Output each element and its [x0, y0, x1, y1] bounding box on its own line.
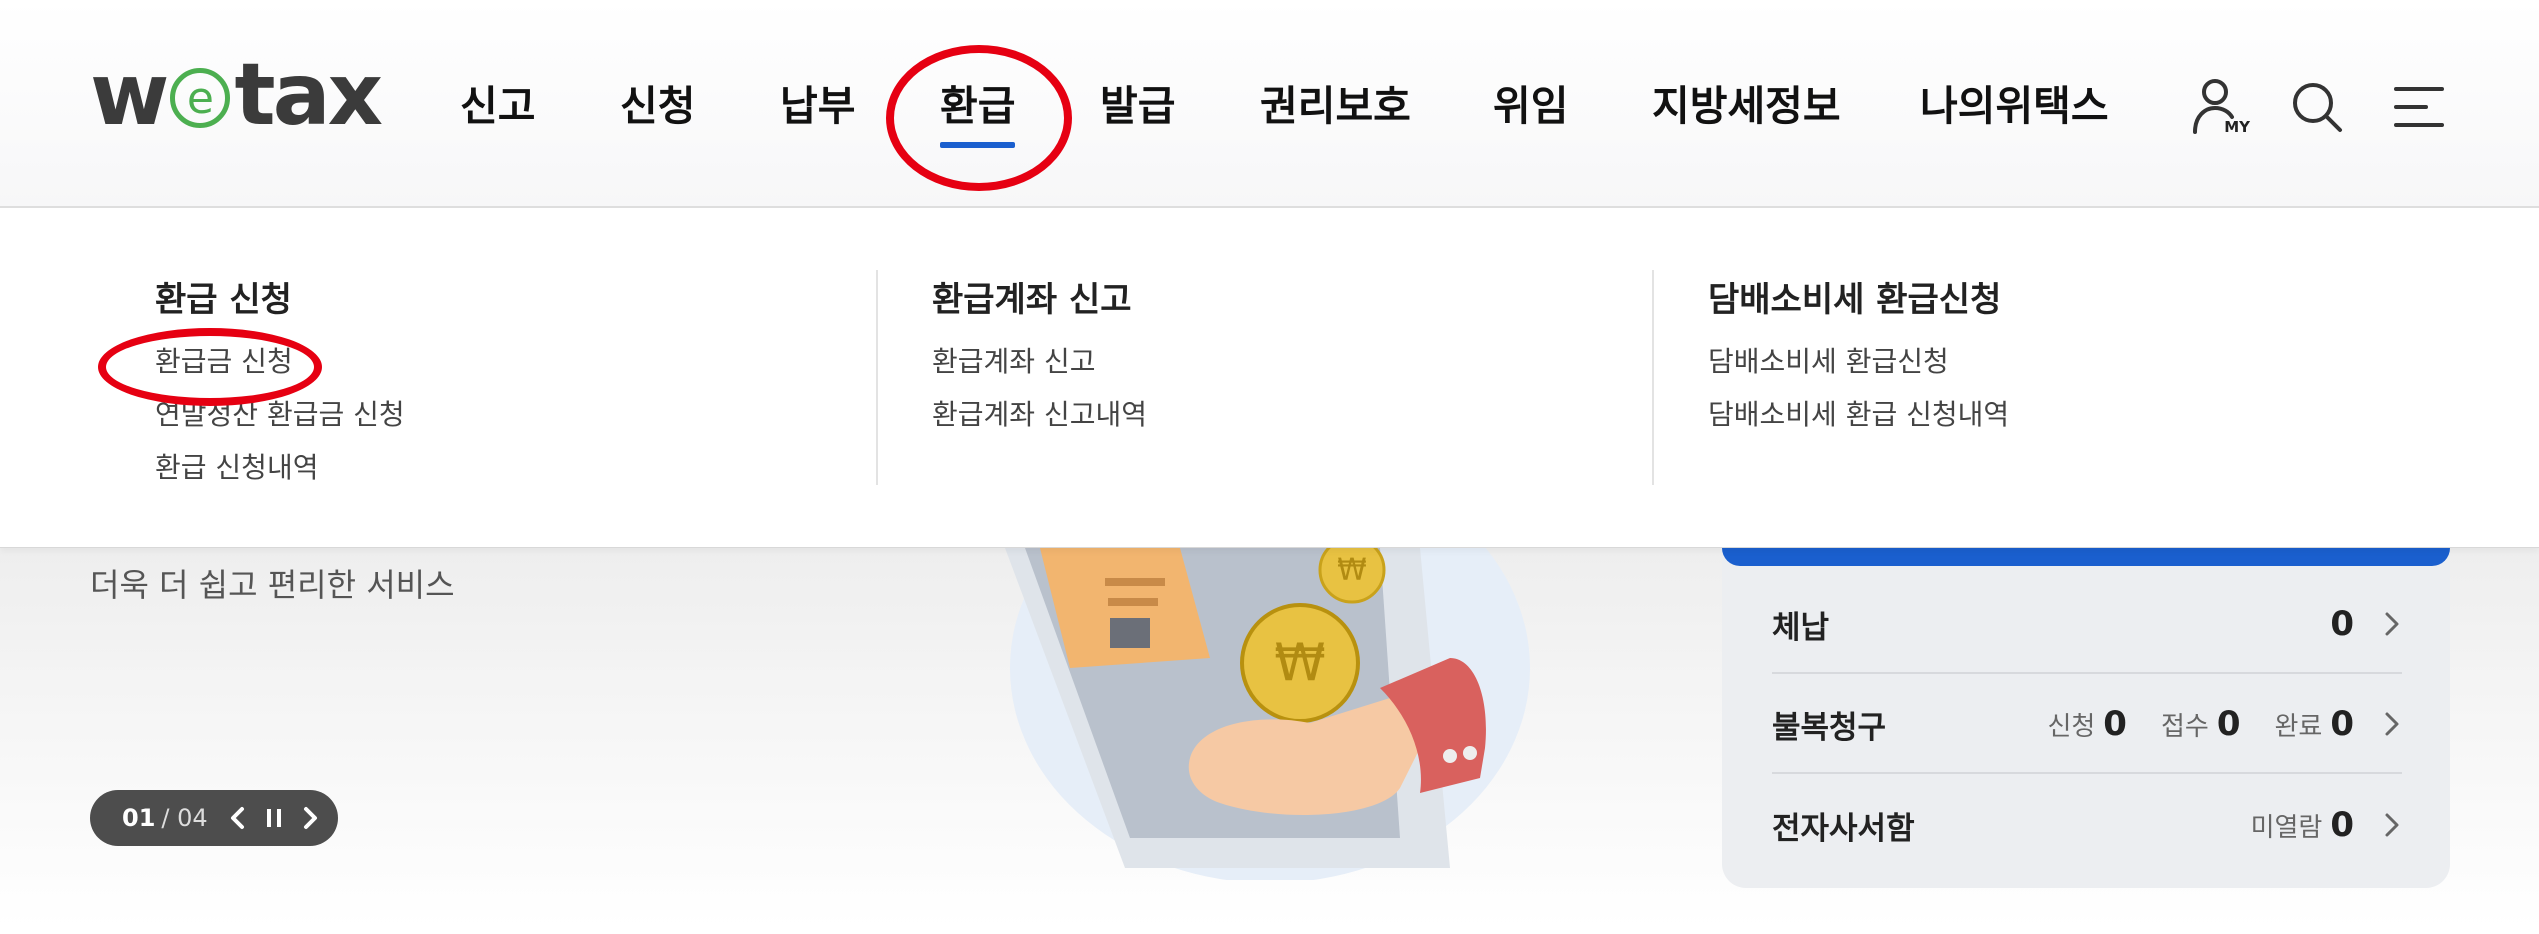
tax-status-panel: 체납 0 불복청구 신청 0 접수 0 완료 0 전자사서함 미열람 0	[1722, 548, 2450, 888]
count-value: 0	[2330, 604, 2354, 644]
menu-column-tobacco-refund: 담배소비세 환급신청 담배소비세 환급신청 담배소비세 환급 신청내역	[1708, 272, 2009, 453]
slider-current: 01	[122, 804, 156, 832]
site-header: w e tax 신고 신청 납부 환급 발급 권리보호 위임 지방세정보 나의위…	[0, 0, 2539, 208]
chevron-right-icon	[2385, 612, 2399, 636]
status-count: 0	[2330, 604, 2354, 644]
menu-column-refund-account: 환급계좌 신고 환급계좌 신고 환급계좌 신고내역	[932, 272, 1147, 453]
svg-text:₩: ₩	[1274, 633, 1325, 693]
hero-subtitle: 더욱 더 쉽고 편리한 서비스	[90, 566, 455, 604]
status-row-arrears[interactable]: 체납 0	[1772, 576, 2402, 674]
slider-prev-icon[interactable]	[228, 806, 246, 830]
my-page-icon[interactable]: MY	[2184, 72, 2254, 142]
svg-text:₩: ₩	[1337, 553, 1367, 588]
refund-illustration: ₩ ₩	[1005, 548, 1530, 880]
status-row-e-mailbox[interactable]: 전자사서함 미열람 0	[1772, 776, 2402, 874]
pair-key: 완료	[2274, 712, 2323, 742]
nav-item-issuance[interactable]: 발급	[1100, 72, 1175, 132]
annotation-circle-refund-nav	[886, 45, 1072, 191]
column-divider	[1652, 270, 1654, 485]
menu-icon[interactable]	[2384, 72, 2454, 142]
chevron-right-icon	[2385, 813, 2399, 837]
nav-item-local-tax-info[interactable]: 지방세정보	[1652, 72, 1841, 132]
slider-next-icon[interactable]	[302, 806, 320, 830]
wetax-logo[interactable]: w e tax	[90, 45, 383, 145]
slider-total: / 04	[161, 804, 208, 832]
nav-item-apply[interactable]: 신청	[620, 72, 695, 132]
pair-value: 0	[2330, 704, 2354, 744]
panel-header-bar	[1722, 548, 2450, 566]
slider-controls: 01 / 04	[90, 790, 338, 846]
nav-item-report[interactable]: 신고	[460, 72, 535, 132]
status-pair-apply: 신청 0	[2047, 704, 2127, 744]
my-label: MY	[2224, 118, 2250, 136]
logo-text-tax: tax	[234, 45, 383, 145]
nav-item-delegation[interactable]: 위임	[1493, 72, 1568, 132]
pair-value: 0	[2330, 805, 2354, 845]
row-label: 불복청구	[1772, 709, 1887, 746]
column-title: 환급계좌 신고	[932, 280, 1132, 320]
status-pair-completed: 완료 0	[2274, 704, 2354, 744]
logo-text-w: w	[90, 45, 169, 145]
status-pair-unread: 미열람 0	[2251, 805, 2354, 845]
pair-value: 0	[2216, 704, 2241, 744]
search-icon[interactable]	[2282, 72, 2352, 142]
nav-item-payment[interactable]: 납부	[780, 72, 855, 132]
link-refund-account-history[interactable]: 환급계좌 신고내역	[932, 400, 1147, 453]
logo-e-circle: e	[170, 68, 231, 128]
column-divider	[876, 270, 878, 485]
pair-key: 미열람	[2250, 813, 2323, 843]
hero-banner: 더욱 더 쉽고 편리한 서비스 ₩ ₩ 01 / 04 체납 0 불복청구 신청…	[0, 548, 2539, 928]
pair-key: 신청	[2047, 712, 2096, 742]
nav-item-my-wetax[interactable]: 나의위택스	[1920, 72, 2109, 132]
pair-value: 0	[2103, 704, 2127, 744]
column-title: 담배소비세 환급신청	[1708, 280, 2002, 320]
slider-pause-icon[interactable]	[264, 806, 284, 830]
annotation-circle-refund-amount-link	[98, 328, 322, 406]
link-tobacco-refund-history[interactable]: 담배소비세 환급 신청내역	[1708, 400, 2009, 453]
status-row-appeal[interactable]: 불복청구 신청 0 접수 0 완료 0	[1772, 676, 2402, 774]
link-refund-apply-history[interactable]: 환급 신청내역	[155, 453, 405, 506]
link-year-end-refund-apply[interactable]: 연말정산 환급금 신청	[155, 400, 405, 453]
link-refund-account-report[interactable]: 환급계좌 신고	[932, 347, 1147, 400]
pair-key: 접수	[2160, 712, 2209, 742]
row-label: 전자사서함	[1772, 810, 1915, 847]
link-tobacco-refund-apply[interactable]: 담배소비세 환급신청	[1708, 347, 2009, 400]
row-label: 체납	[1772, 609, 1830, 646]
chevron-right-icon	[2385, 712, 2399, 736]
column-title: 환급 신청	[155, 280, 292, 320]
nav-item-rights-protection[interactable]: 권리보호	[1260, 72, 1411, 132]
refund-dropdown-menu: 환급 신청 환급금 신청 연말정산 환급금 신청 환급 신청내역 환급계좌 신고…	[0, 210, 2539, 548]
status-pair-received: 접수 0	[2161, 704, 2241, 744]
